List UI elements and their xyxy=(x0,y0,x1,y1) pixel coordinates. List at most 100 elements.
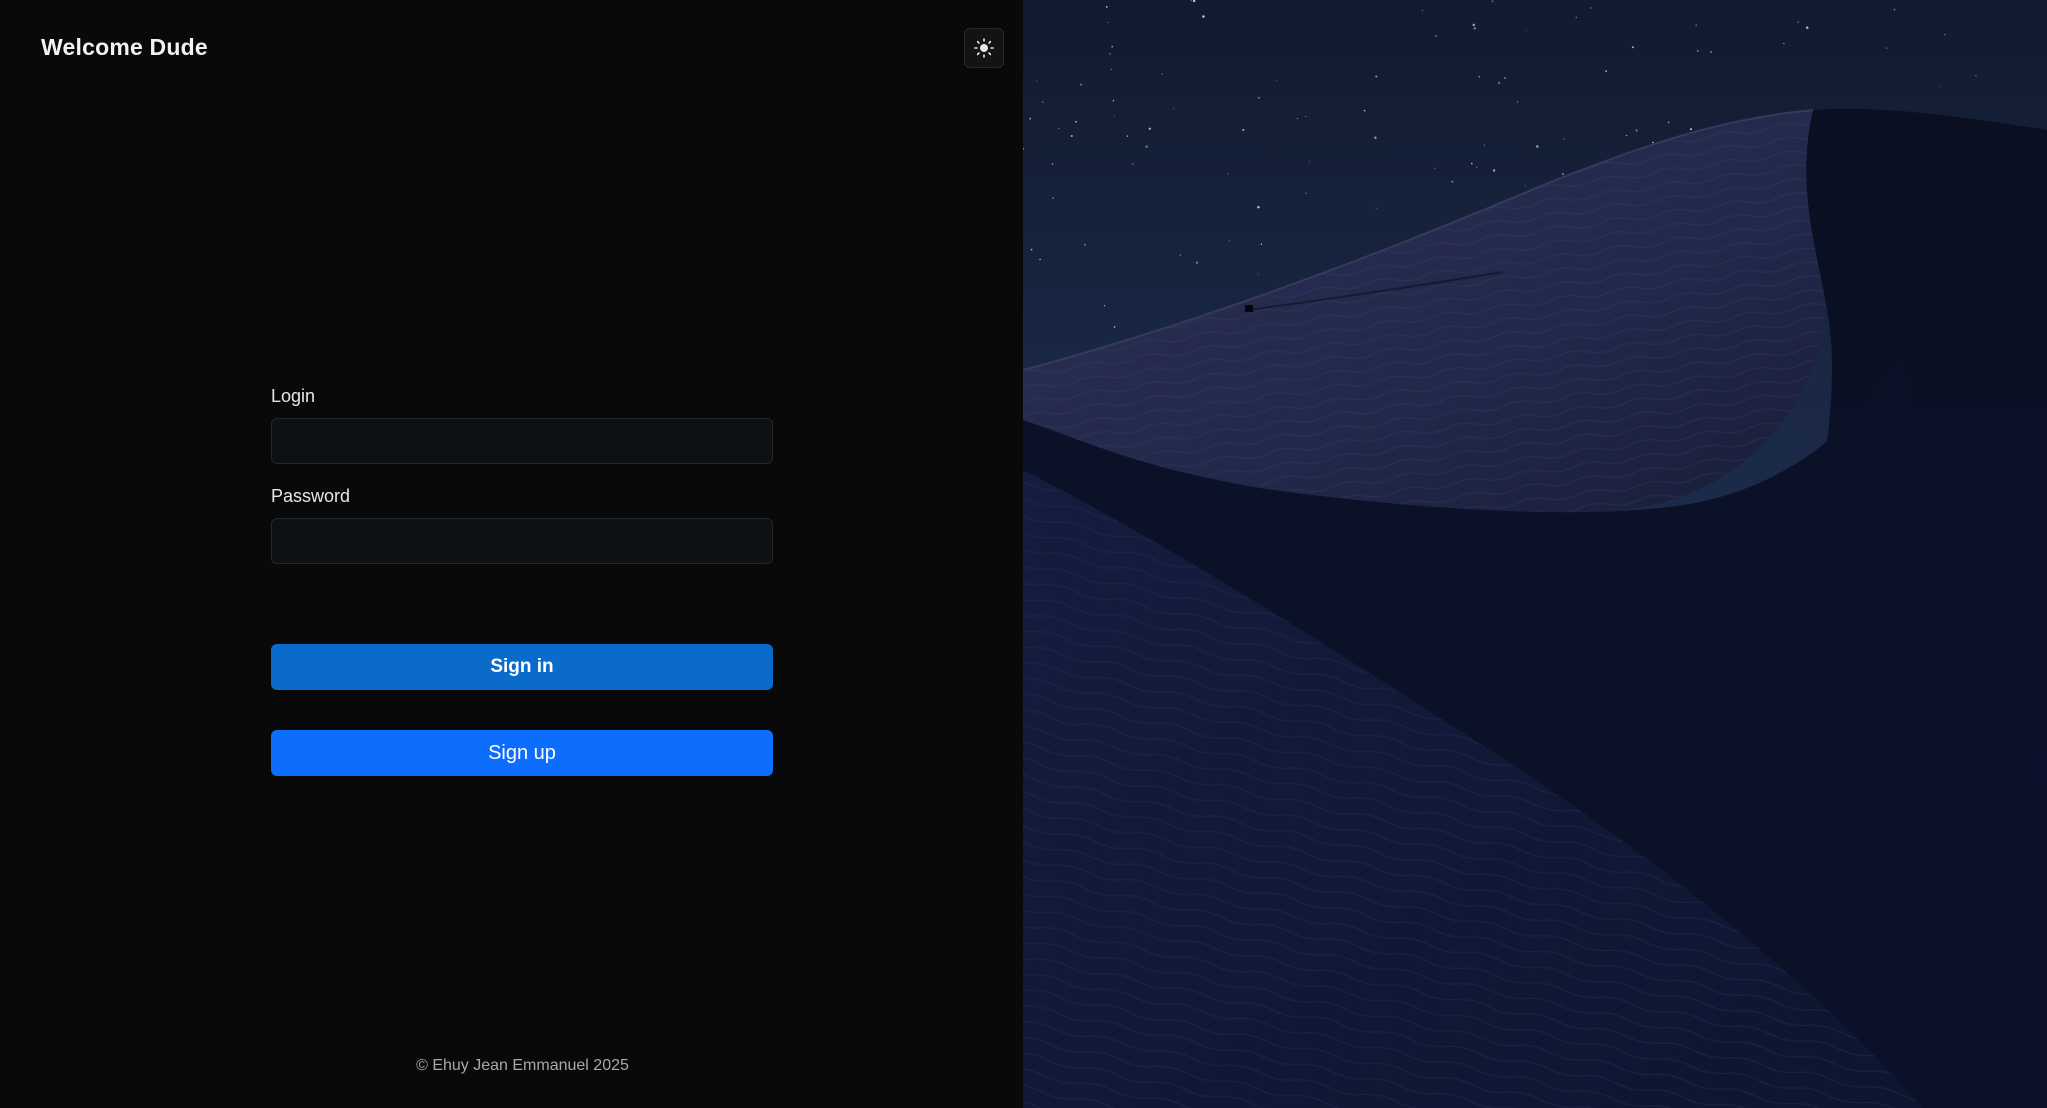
star xyxy=(1110,68,1112,71)
star xyxy=(1257,206,1260,209)
star xyxy=(1084,243,1086,246)
star xyxy=(1030,248,1033,251)
star xyxy=(1131,163,1134,165)
star xyxy=(1148,127,1151,130)
star xyxy=(1525,30,1527,32)
star xyxy=(1473,27,1476,30)
star xyxy=(1435,35,1437,37)
password-label: Password xyxy=(271,486,351,506)
sun-icon xyxy=(974,38,994,58)
star xyxy=(1202,15,1205,18)
star xyxy=(1710,51,1712,53)
star xyxy=(1070,134,1073,138)
star xyxy=(1257,273,1259,275)
desert-dunes-image xyxy=(1023,0,2047,1108)
star xyxy=(1524,184,1526,186)
app-title: Welcome Dude xyxy=(41,34,208,60)
star xyxy=(1667,121,1670,123)
star xyxy=(1940,86,1942,88)
star xyxy=(1652,141,1654,144)
star xyxy=(1695,24,1698,27)
star xyxy=(1260,243,1263,245)
star xyxy=(1944,33,1946,36)
star xyxy=(1635,129,1638,132)
star xyxy=(1080,83,1082,86)
star xyxy=(1492,169,1496,172)
star xyxy=(1783,42,1785,45)
star xyxy=(1051,163,1054,165)
star xyxy=(1696,49,1699,52)
star xyxy=(1605,70,1608,73)
star xyxy=(1308,160,1310,162)
star xyxy=(1114,115,1115,117)
star xyxy=(1257,96,1260,99)
login-panel: Welcome Dude Login Password Sign in Sign… xyxy=(0,0,1023,1108)
star xyxy=(1036,80,1038,82)
login-page: Welcome Dude Login Password Sign in Sign… xyxy=(0,0,2047,1108)
star xyxy=(1374,136,1377,139)
star xyxy=(1113,326,1116,328)
star xyxy=(1498,81,1501,84)
star xyxy=(1476,166,1478,168)
star xyxy=(1478,75,1481,78)
star xyxy=(1305,115,1307,118)
star xyxy=(1227,173,1229,175)
star xyxy=(1472,23,1476,27)
star xyxy=(1105,6,1108,8)
star xyxy=(1893,8,1896,11)
sign-up-button[interactable]: Sign up xyxy=(271,730,773,776)
star xyxy=(1305,192,1307,194)
star xyxy=(1885,47,1888,49)
star xyxy=(1103,305,1106,307)
star xyxy=(1075,120,1077,123)
star xyxy=(1516,101,1519,103)
star xyxy=(1173,108,1175,110)
star xyxy=(1563,138,1565,140)
star xyxy=(1561,173,1564,175)
login-input[interactable] xyxy=(271,418,773,464)
star xyxy=(1109,52,1111,55)
star xyxy=(1296,118,1298,120)
star xyxy=(1179,254,1182,256)
star xyxy=(1451,180,1454,183)
login-label: Login xyxy=(271,386,316,406)
star xyxy=(1375,75,1378,78)
star xyxy=(1491,0,1494,3)
star xyxy=(1041,101,1044,104)
star xyxy=(1689,128,1693,131)
star xyxy=(1242,128,1245,131)
star xyxy=(1625,134,1628,137)
star xyxy=(1375,207,1377,209)
star xyxy=(1504,76,1506,79)
star xyxy=(1145,145,1148,148)
sign-in-button[interactable]: Sign in xyxy=(271,644,773,690)
star xyxy=(1434,167,1436,169)
star xyxy=(1107,22,1109,24)
star xyxy=(1805,26,1809,29)
star xyxy=(1276,79,1278,81)
star xyxy=(1631,46,1634,49)
password-input[interactable] xyxy=(271,518,773,564)
star xyxy=(1052,197,1054,199)
star xyxy=(1112,99,1115,102)
star xyxy=(1471,162,1473,165)
star xyxy=(1228,239,1230,241)
star xyxy=(1590,7,1592,9)
star xyxy=(1111,45,1113,48)
star xyxy=(1575,16,1578,19)
hero-image xyxy=(1023,0,2047,1108)
star xyxy=(1039,258,1041,261)
star xyxy=(1536,145,1539,148)
star xyxy=(1483,144,1486,146)
star xyxy=(1029,117,1032,120)
star xyxy=(1363,109,1366,112)
theme-toggle-button[interactable] xyxy=(964,28,1004,68)
footer-copyright: © Ehuy Jean Emmanuel 2025 xyxy=(416,1057,629,1074)
star xyxy=(1058,127,1060,129)
star xyxy=(1797,21,1800,23)
star xyxy=(1161,73,1164,75)
login-form: Login Password Sign in Sign up xyxy=(271,384,773,776)
star xyxy=(1196,261,1199,264)
star xyxy=(1126,135,1129,137)
star xyxy=(1975,74,1977,77)
